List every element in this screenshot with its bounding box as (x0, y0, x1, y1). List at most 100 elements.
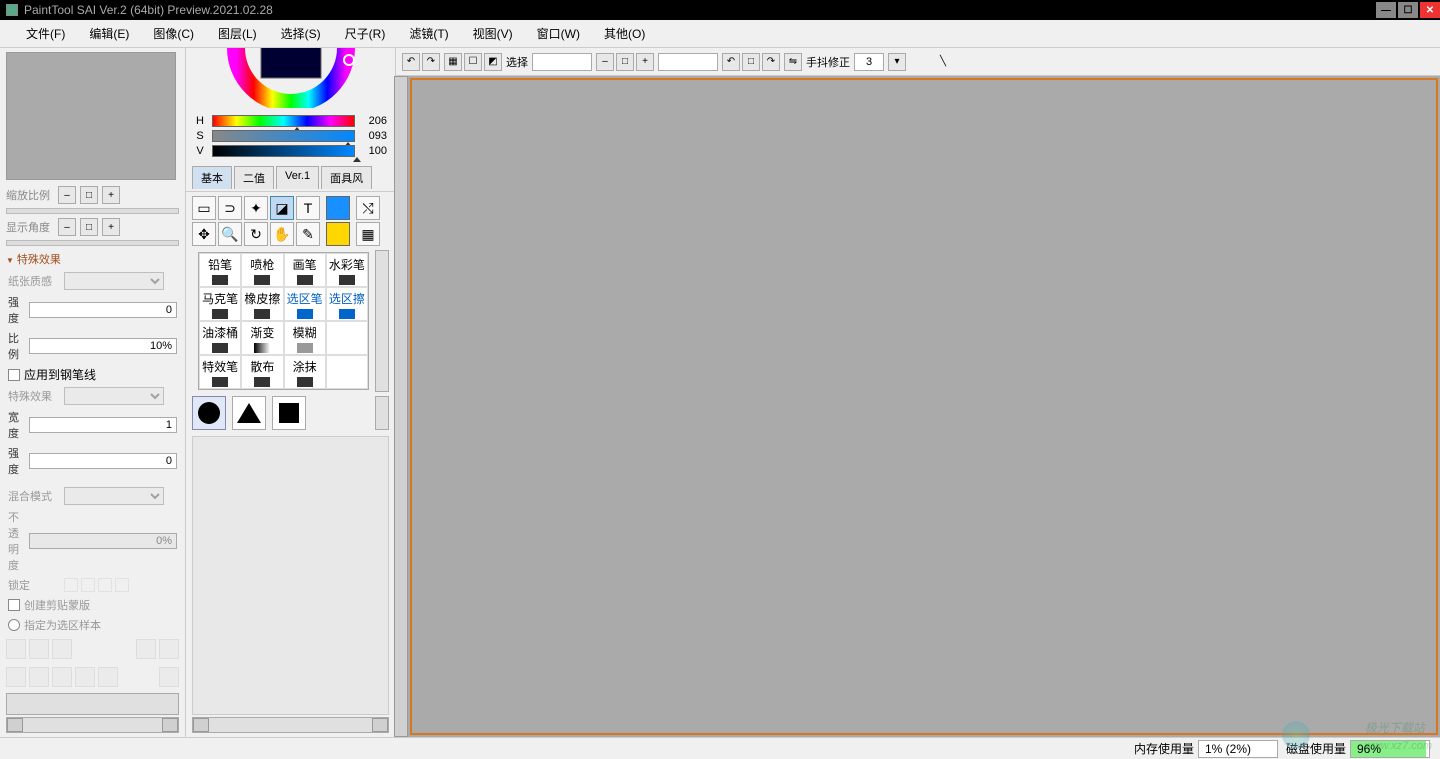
mid-scroll-left[interactable] (193, 718, 209, 732)
close-button[interactable]: ✕ (1420, 2, 1440, 18)
brush-brush[interactable]: 画笔 (284, 253, 326, 287)
paper-texture-select[interactable] (64, 272, 164, 290)
swap-colors-button[interactable]: ⤭ (356, 196, 380, 220)
layer-list[interactable] (6, 693, 179, 715)
tb-flip[interactable]: ⇋ (784, 53, 802, 71)
blend-mode-select[interactable] (64, 487, 164, 505)
menu-other[interactable]: 其他(O) (592, 21, 657, 46)
menu-filter[interactable]: 滤镜(T) (397, 21, 460, 46)
minimize-button[interactable]: — (1376, 2, 1396, 18)
menu-view[interactable]: 视图(V) (461, 21, 525, 46)
brush-effect[interactable]: 特效笔 (199, 355, 241, 389)
tb-undo[interactable]: ↶ (402, 53, 420, 71)
layer-mask-button[interactable] (136, 639, 156, 659)
zoom-reset[interactable]: □ (80, 186, 98, 204)
angle-reset[interactable]: □ (80, 218, 98, 236)
lock-all-icon[interactable] (64, 578, 78, 592)
brush-empty1[interactable] (326, 321, 368, 355)
menu-file[interactable]: 文件(F) (14, 21, 77, 46)
magic-wand-tool[interactable]: ✦ (244, 196, 268, 220)
layer-transfer-button[interactable] (159, 639, 179, 659)
lock-pixel-icon[interactable] (81, 578, 95, 592)
mid-scroll-right[interactable] (372, 718, 388, 732)
line-tool-icon[interactable]: ╲ (934, 53, 952, 71)
zoom-plus[interactable]: + (102, 186, 120, 204)
brush-bucket[interactable]: 油漆桶 (199, 321, 241, 355)
zoom-tool[interactable]: 🔍 (218, 222, 242, 246)
tb-zoom-in[interactable]: + (636, 53, 654, 71)
shape-triangle-button[interactable] (232, 396, 266, 430)
special-effect-select[interactable] (64, 387, 164, 405)
tb-stab-dropdown[interactable]: ▾ (888, 53, 906, 71)
clear-layer-button[interactable] (75, 667, 95, 687)
canvas[interactable] (410, 78, 1438, 735)
angle-plus[interactable]: + (102, 218, 120, 236)
sat-slider[interactable] (212, 130, 355, 142)
brush-selpen[interactable]: 选区笔 (284, 287, 326, 321)
secondary-color-swatch[interactable] (326, 222, 350, 246)
rect-select-tool[interactable]: ▭ (192, 196, 216, 220)
canvas-vscroll[interactable] (394, 76, 408, 737)
tb-zoom-out[interactable]: – (596, 53, 614, 71)
angle-minus[interactable]: – (58, 218, 76, 236)
strength2-input[interactable] (29, 453, 177, 469)
angle-slider[interactable] (6, 240, 179, 246)
text-tool[interactable]: T (296, 196, 320, 220)
zoom-minus[interactable]: – (58, 186, 76, 204)
strength-input[interactable] (29, 302, 177, 318)
new-layer-button[interactable] (6, 639, 26, 659)
brush-gradient[interactable]: 渐变 (241, 321, 283, 355)
tb-sel-all[interactable]: ▦ (444, 53, 462, 71)
mid-hscroll[interactable] (192, 717, 389, 733)
merge-visible-button[interactable] (29, 667, 49, 687)
transparent-swatch[interactable]: ▦ (356, 222, 380, 246)
tb-sel-invert[interactable]: ◩ (484, 53, 502, 71)
new-folder-button[interactable] (52, 639, 72, 659)
eyedropper-tool[interactable]: ✎ (296, 222, 320, 246)
hue-slider[interactable] (212, 115, 355, 127)
brush-empty2[interactable] (326, 355, 368, 389)
brush-watercolor[interactable]: 水彩笔 (326, 253, 368, 287)
color-wheel[interactable] (186, 48, 395, 108)
rotate-tool[interactable]: ↻ (244, 222, 268, 246)
brush-blur[interactable]: 模糊 (284, 321, 326, 355)
flatten-button[interactable] (52, 667, 72, 687)
angle-display[interactable] (658, 53, 718, 71)
apply-pen-checkbox[interactable] (8, 369, 20, 381)
shape-square-button[interactable] (272, 396, 306, 430)
shape-circle-button[interactable] (192, 396, 226, 430)
maximize-button[interactable]: ☐ (1398, 2, 1418, 18)
shape-tool[interactable]: ◪ (270, 196, 294, 220)
brush-seleraser[interactable]: 选区擦 (326, 287, 368, 321)
tab-basic[interactable]: 基本 (192, 166, 232, 189)
brush-marker[interactable]: 马克笔 (199, 287, 241, 321)
brush-scrollbar[interactable] (375, 250, 389, 392)
new-linework-button[interactable] (29, 639, 49, 659)
menu-edit[interactable]: 编辑(E) (77, 21, 141, 46)
tb-sel-none[interactable]: ☐ (464, 53, 482, 71)
tab-mask[interactable]: 面具风 (321, 166, 372, 189)
brush-pencil[interactable]: 铅笔 (199, 253, 241, 287)
navigator-thumbnail[interactable] (6, 52, 176, 180)
zoom-display[interactable] (532, 53, 592, 71)
width-input[interactable] (29, 417, 177, 433)
effects-header[interactable]: 特殊效果 (0, 248, 185, 270)
delete-layer-button[interactable] (98, 667, 118, 687)
opacity-input[interactable] (29, 533, 177, 549)
menu-ruler[interactable]: 尺子(R) (333, 21, 398, 46)
menu-window[interactable]: 窗口(W) (525, 21, 592, 46)
sel-sample-radio[interactable] (8, 619, 20, 631)
brush-smudge[interactable]: 涂抹 (284, 355, 326, 389)
lock-alpha-icon[interactable] (98, 578, 112, 592)
layer-menu-button[interactable] (159, 667, 179, 687)
menu-image[interactable]: 图像(C) (141, 21, 206, 46)
tb-rot-cw[interactable]: ↷ (762, 53, 780, 71)
tab-ver1[interactable]: Ver.1 (276, 166, 319, 189)
clip-mask-checkbox[interactable] (8, 599, 20, 611)
scroll-right-button[interactable] (162, 718, 178, 732)
merge-down-button[interactable] (6, 667, 26, 687)
lasso-tool[interactable]: ⊃ (218, 196, 242, 220)
stabilizer-input[interactable] (854, 53, 884, 71)
val-slider[interactable] (212, 145, 355, 157)
menu-select[interactable]: 选择(S) (269, 21, 333, 46)
